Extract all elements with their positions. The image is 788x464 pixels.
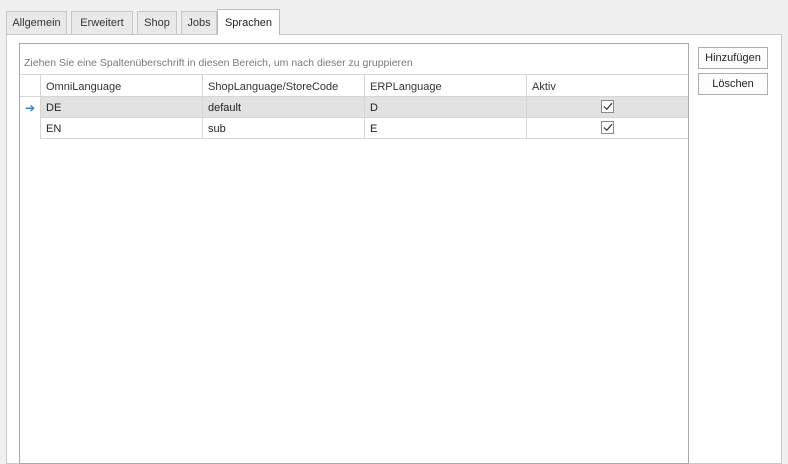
- cell-erplanguage[interactable]: D: [365, 97, 527, 118]
- grid-header: OmniLanguage ShopLanguage/StoreCode ERPL…: [20, 75, 688, 97]
- cell-erplanguage[interactable]: E: [365, 118, 527, 139]
- cell-shoplanguage[interactable]: default: [203, 97, 365, 118]
- cell-aktiv: [527, 97, 688, 118]
- table-row[interactable]: ➔ DE default D: [20, 97, 688, 118]
- cell-aktiv: [527, 118, 688, 139]
- column-header-aktiv[interactable]: Aktiv: [527, 75, 688, 97]
- column-header-erplanguage[interactable]: ERPLanguage: [365, 75, 527, 97]
- aktiv-checkbox[interactable]: [601, 100, 614, 113]
- table-row[interactable]: EN sub E: [20, 118, 688, 139]
- checkmark-icon: [603, 102, 612, 111]
- tab-sprachen[interactable]: Sprachen: [217, 9, 280, 35]
- indicator-header: [20, 75, 41, 97]
- column-header-shoplanguage[interactable]: ShopLanguage/StoreCode: [203, 75, 365, 97]
- delete-button[interactable]: Löschen: [698, 73, 768, 95]
- cell-omnilanguage[interactable]: EN: [41, 118, 203, 139]
- tab-jobs[interactable]: Jobs: [181, 11, 217, 34]
- cell-omnilanguage[interactable]: DE: [41, 97, 203, 118]
- checkmark-icon: [603, 123, 612, 132]
- aktiv-checkbox[interactable]: [601, 121, 614, 134]
- tab-erweitert[interactable]: Erweitert: [71, 11, 133, 34]
- tab-allgemein[interactable]: Allgemein: [6, 11, 67, 34]
- column-header-omnilanguage[interactable]: OmniLanguage: [41, 75, 203, 97]
- arrow-right-icon: ➔: [20, 97, 41, 118]
- cell-shoplanguage[interactable]: sub: [203, 118, 365, 139]
- add-button[interactable]: Hinzufügen: [698, 47, 768, 69]
- group-by-panel[interactable]: Ziehen Sie eine Spaltenüberschrift in di…: [20, 44, 688, 75]
- row-indicator: [20, 118, 41, 139]
- tab-shop[interactable]: Shop: [137, 11, 177, 34]
- languages-grid[interactable]: Ziehen Sie eine Spaltenüberschrift in di…: [19, 43, 689, 464]
